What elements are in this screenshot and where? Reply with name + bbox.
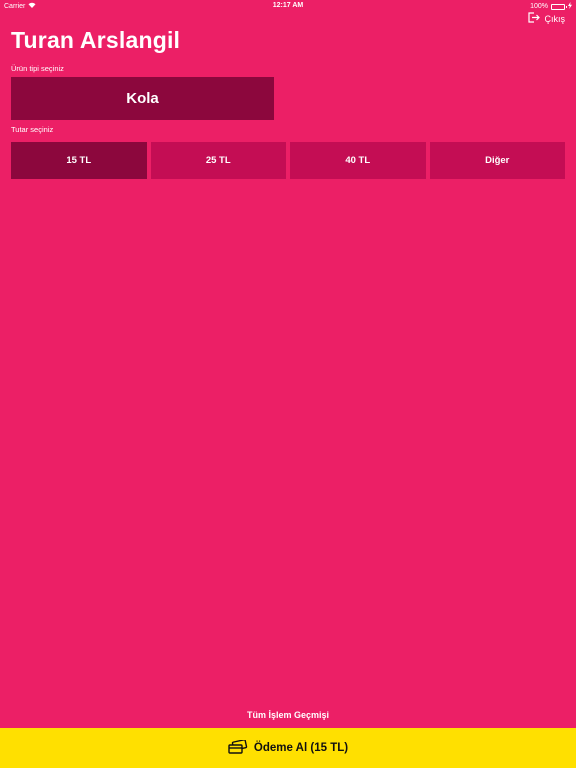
logout-label: Çıkış [544, 13, 565, 24]
battery-percent: 100% [530, 3, 548, 10]
take-payment-button[interactable]: Ödeme Al (15 TL) [0, 728, 576, 768]
amount-options: 15 TL 25 TL 40 TL Diğer [11, 142, 565, 179]
charging-icon [568, 2, 572, 11]
battery-icon [551, 3, 567, 10]
amount-option-other[interactable]: Diğer [429, 142, 565, 179]
logout-icon [528, 12, 541, 25]
battery-info: 100% [530, 2, 572, 11]
credit-card-icon [228, 738, 248, 757]
amount-label: Tutar seçiniz [11, 125, 54, 134]
amount-option-15[interactable]: 15 TL [11, 142, 147, 179]
product-type-label: Ürün tipi seçiniz [11, 64, 64, 73]
transaction-history-link[interactable]: Tüm İşlem Geçmişi [0, 710, 576, 720]
product-select-button[interactable]: Kola [11, 77, 274, 120]
status-time: 12:17 AM [272, 2, 304, 9]
amount-option-25[interactable]: 25 TL [150, 142, 286, 179]
amount-option-40[interactable]: 40 TL [290, 142, 426, 179]
logout-button[interactable]: Çıkış [528, 12, 565, 25]
status-bar: Carrier 12:17 AM 100% [0, 0, 576, 12]
take-payment-label: Ödeme Al (15 TL) [253, 742, 349, 754]
page-title: Turan Arslangil [11, 27, 181, 53]
